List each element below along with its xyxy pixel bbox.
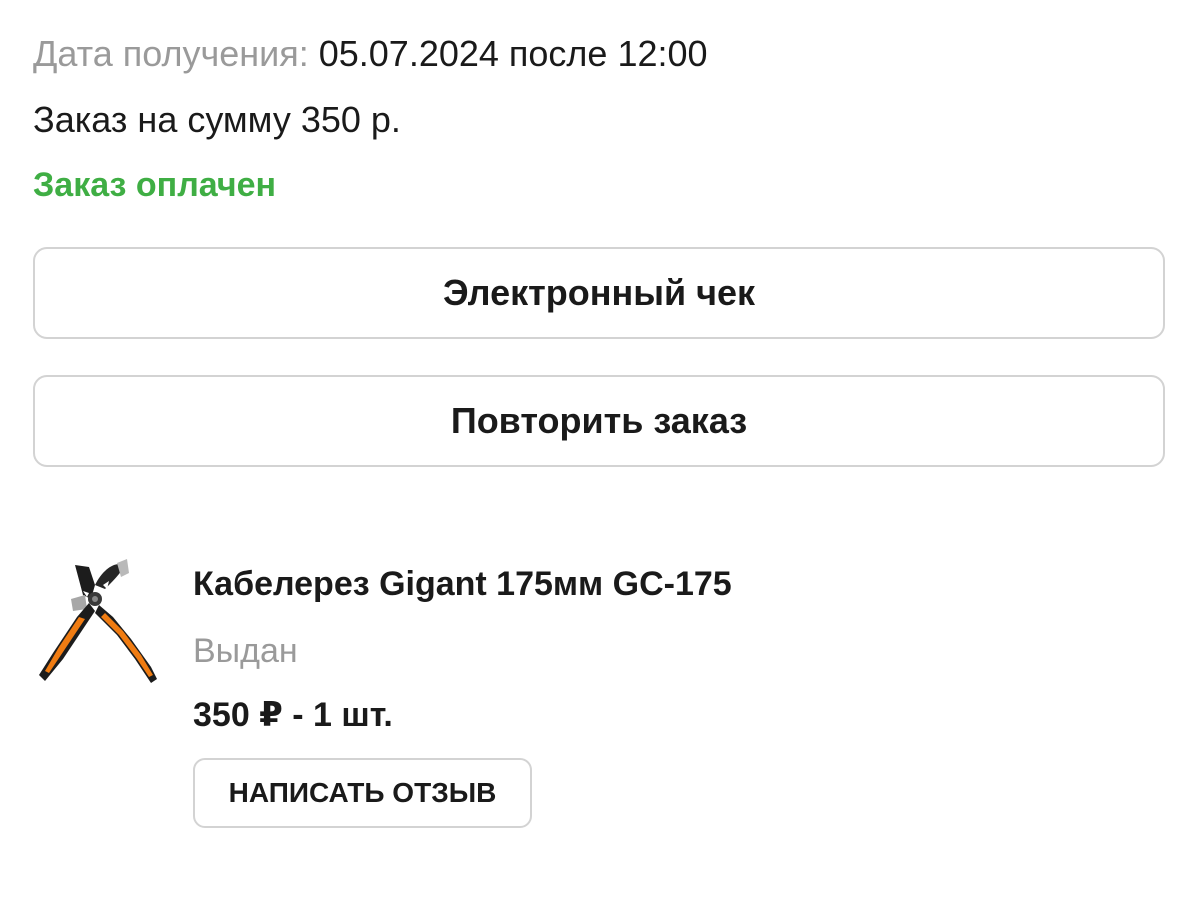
- receipt-date: Дата получения: 05.07.2024 после 12:00: [33, 33, 708, 75]
- payment-status: Заказ оплачен: [33, 166, 277, 204]
- item-status: Выдан: [193, 632, 298, 670]
- repeat-order-button[interactable]: Повторить заказ: [33, 375, 1165, 467]
- electronic-receipt-button[interactable]: Электронный чек: [33, 247, 1165, 339]
- cable-cutter-icon: [39, 559, 157, 683]
- write-review-button[interactable]: НАПИСАТЬ ОТЗЫВ: [193, 758, 532, 828]
- receipt-date-label: Дата получения:: [33, 33, 309, 74]
- item-price-quantity: 350 ₽ - 1 шт.: [193, 696, 393, 734]
- product-image[interactable]: [33, 555, 161, 687]
- receipt-date-value: 05.07.2024 после 12:00: [318, 33, 708, 74]
- product-title[interactable]: Кабелерез Gigant 175мм GC-175: [193, 563, 732, 605]
- order-sum: Заказ на сумму 350 р.: [33, 99, 401, 140]
